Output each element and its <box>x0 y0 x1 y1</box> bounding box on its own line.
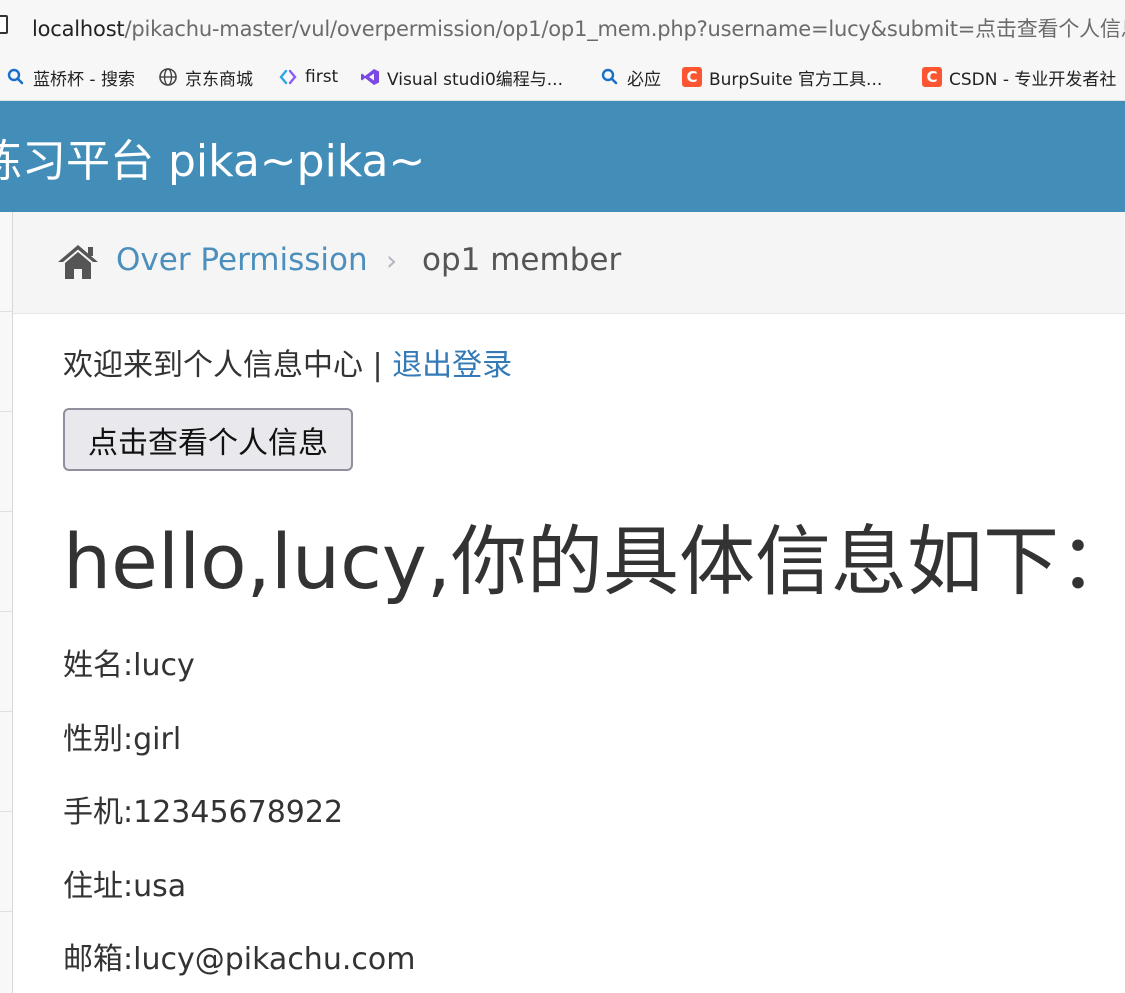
info-value: lucy <box>133 648 195 683</box>
bookmark-label: CSDN - 专业开发者社 <box>949 69 1117 90</box>
browser-address-bar[interactable]: localhost/pikachu-master/vul/overpermiss… <box>0 0 1125 52</box>
info-label: 姓名: <box>63 648 134 683</box>
site-title[interactable]: 练习平台 pika~pika~ <box>0 125 425 189</box>
url-path: /pikachu-master/vul/overpermission/op1/o… <box>124 17 1125 41</box>
bookmark-jd[interactable]: 京东商城 <box>158 64 253 90</box>
breadcrumb: Over Permission › op1 member <box>13 212 1125 314</box>
view-info-button[interactable]: 点击查看个人信息 <box>63 408 353 471</box>
info-label: 性别: <box>63 722 134 757</box>
search-icon <box>600 67 620 87</box>
bookmark-bing[interactable]: 必应 <box>600 64 661 90</box>
info-value: 12345678922 <box>133 795 344 830</box>
bookmark-first[interactable]: first <box>278 64 338 90</box>
visual-studio-icon <box>360 67 380 87</box>
bookmark-label: Visual studi0编程与... <box>387 69 563 90</box>
code-icon <box>278 67 298 87</box>
info-gender: 性别:girl <box>63 714 181 758</box>
url-text[interactable]: localhost/pikachu-master/vul/overpermiss… <box>32 13 1125 43</box>
bookmark-label: 必应 <box>627 69 661 90</box>
sidebar-divider <box>0 811 12 812</box>
url-host: localhost <box>32 17 125 41</box>
sidebar-divider <box>0 711 12 712</box>
chevron-right-icon: › <box>386 244 398 277</box>
info-value: lucy@pikachu.com <box>133 942 416 977</box>
sidebar-divider <box>0 911 12 912</box>
sidebar-divider <box>0 311 12 312</box>
bookmark-csdn[interactable]: C CSDN - 专业开发者社 <box>922 64 1116 90</box>
info-label: 住址: <box>63 869 134 904</box>
csdn-icon: C <box>682 67 702 87</box>
site-header: 练习平台 pika~pika~ <box>0 101 1125 212</box>
greeting-heading: hello,lucy,你的具体信息如下： <box>63 517 1125 606</box>
search-icon <box>6 67 26 87</box>
info-label: 手机: <box>63 795 134 830</box>
info-phone: 手机:12345678922 <box>63 787 343 831</box>
bookmark-label: first <box>305 67 339 87</box>
breadcrumb-link-over-permission[interactable]: Over Permission <box>116 242 368 278</box>
page-icon <box>0 15 8 34</box>
welcome-text: 欢迎来到个人信息中心 | <box>63 348 393 383</box>
sidebar-divider <box>0 511 12 512</box>
sidebar-divider <box>0 611 12 612</box>
bookmark-label: 京东商城 <box>185 69 253 90</box>
bookmark-label: 蓝桥杯 - 搜索 <box>33 69 135 90</box>
bookmark-burpsuite[interactable]: C BurpSuite 官方工具... <box>682 64 882 90</box>
home-icon[interactable] <box>55 242 101 282</box>
globe-icon <box>158 67 178 87</box>
sidebar-divider <box>0 411 12 412</box>
csdn-icon: C <box>922 67 942 87</box>
info-value: usa <box>133 869 187 904</box>
bookmark-visual-studio[interactable]: Visual studi0编程与... <box>360 64 563 90</box>
info-email: 邮箱:lucy@pikachu.com <box>63 934 415 978</box>
bookmark-label: BurpSuite 官方工具... <box>709 69 883 90</box>
info-address: 住址:usa <box>63 861 186 905</box>
info-name: 姓名:lucy <box>63 640 195 684</box>
sidebar <box>0 212 13 993</box>
logout-link[interactable]: 退出登录 <box>392 348 512 383</box>
bookmark-lanqiao[interactable]: 蓝桥杯 - 搜索 <box>6 64 135 90</box>
info-value: girl <box>133 722 182 757</box>
breadcrumb-current: op1 member <box>422 242 622 278</box>
welcome-line: 欢迎来到个人信息中心 | 退出登录 <box>63 340 512 384</box>
info-label: 邮箱: <box>63 942 134 977</box>
bookmarks-bar: 蓝桥杯 - 搜索 京东商城 first Visual studi0编程与... … <box>0 52 1125 101</box>
